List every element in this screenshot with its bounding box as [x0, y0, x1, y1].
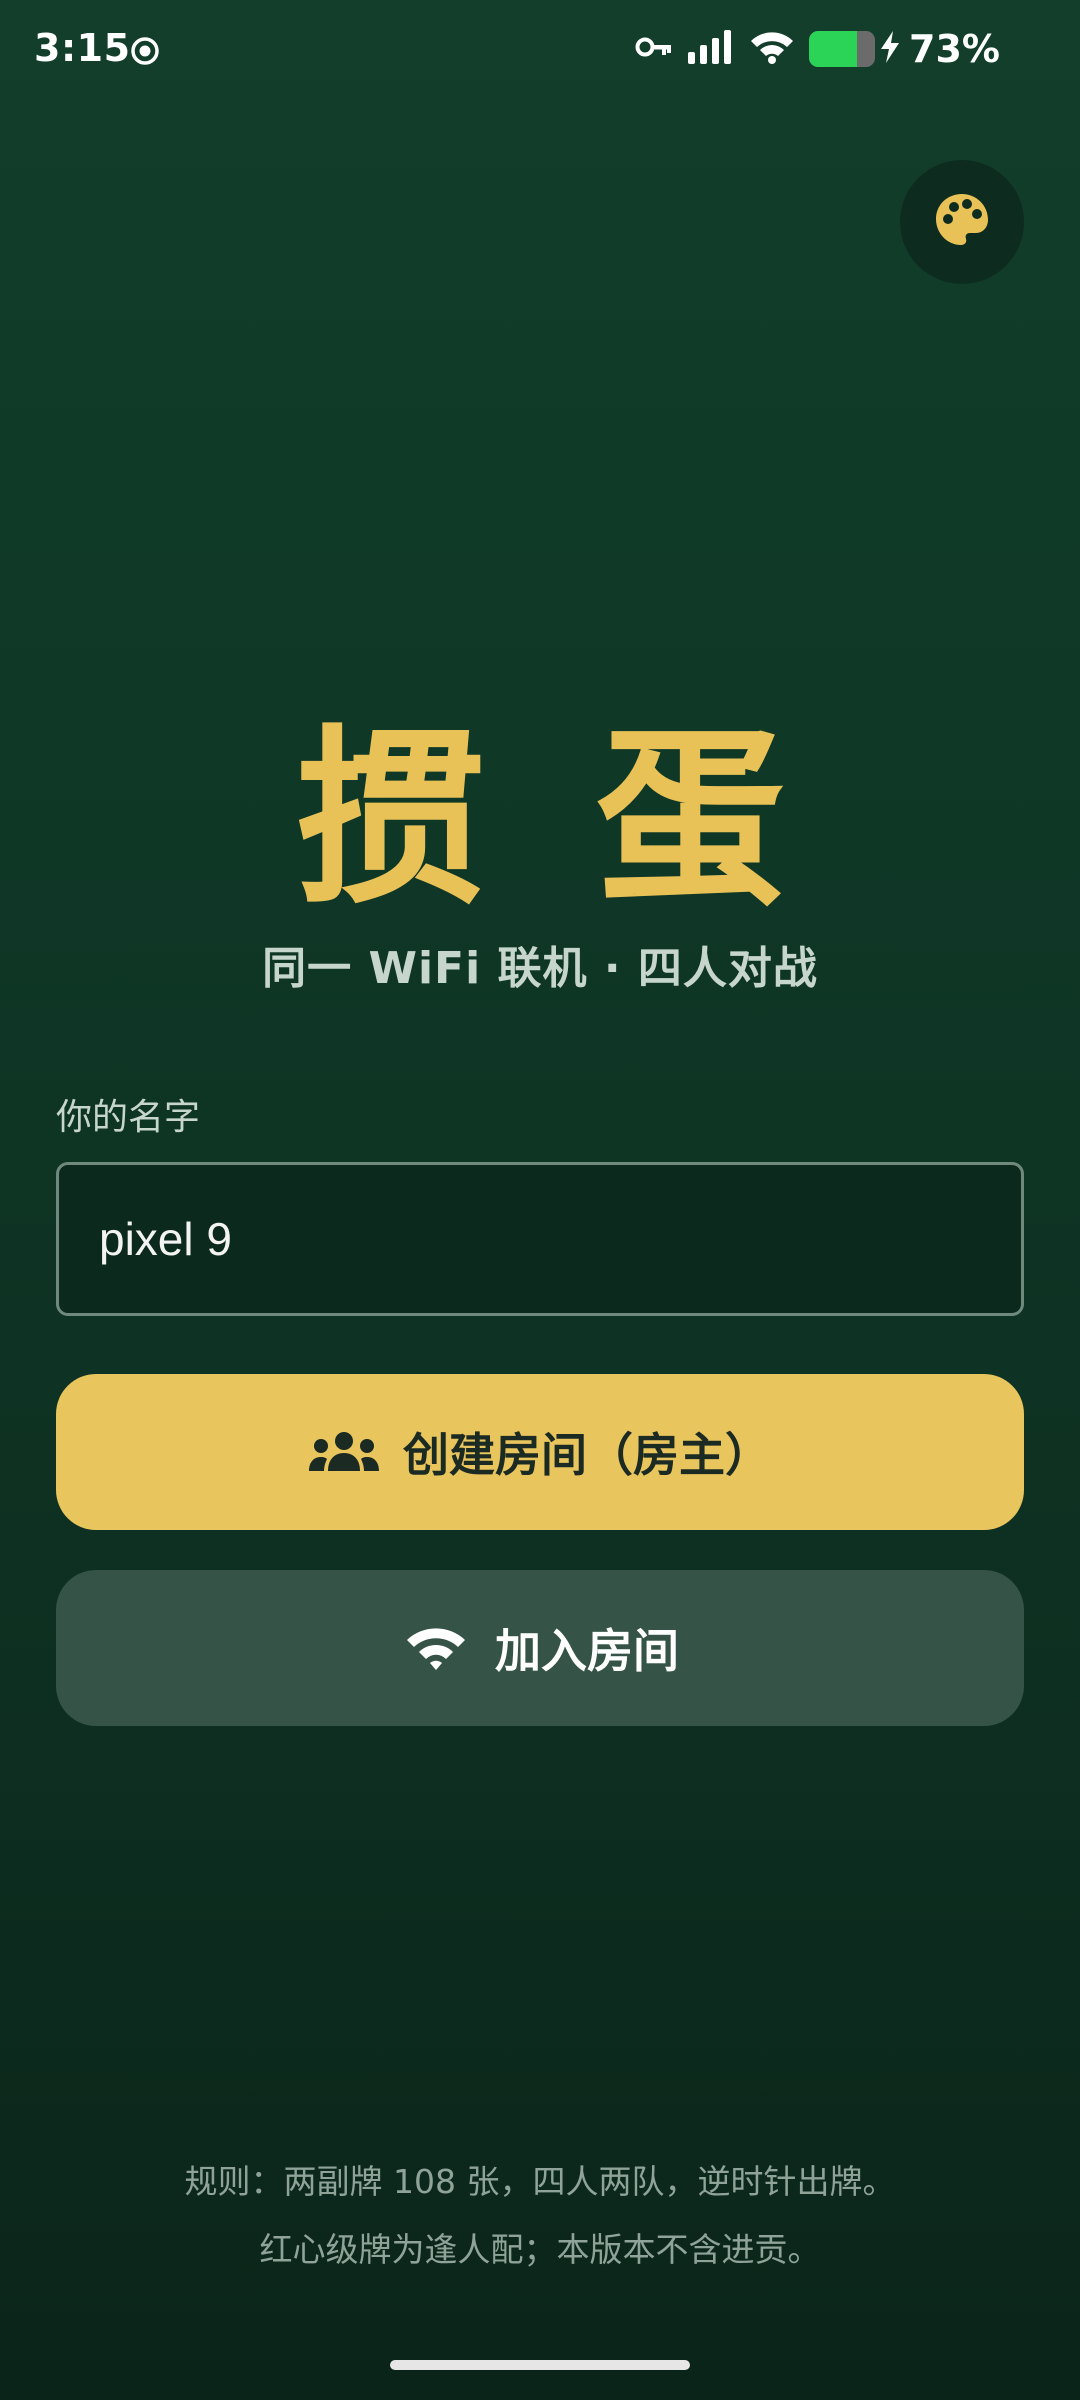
charging-bolt-icon	[879, 31, 901, 67]
title-block: 掼 蛋 同一 WiFi 联机 · 四人对战	[0, 720, 1080, 996]
name-label: 你的名字	[56, 1097, 201, 1138]
signal-icon	[687, 30, 735, 68]
target-icon	[130, 36, 160, 66]
wifi-icon	[749, 30, 795, 68]
name-input[interactable]	[99, 1165, 979, 1313]
palette-icon	[933, 191, 991, 253]
theme-button[interactable]	[900, 160, 1024, 284]
battery-fill	[809, 31, 858, 67]
create-room-label: 创建房间（房主）	[403, 1428, 771, 1482]
join-room-button[interactable]: 加入房间	[56, 1570, 1024, 1726]
status-time: 3:15	[34, 26, 131, 70]
wifi-icon	[401, 1620, 471, 1676]
battery-percent: 73%	[909, 27, 1000, 71]
create-room-button[interactable]: 创建房间（房主）	[56, 1374, 1024, 1530]
status-bar: 3:15 73%	[0, 0, 1080, 100]
battery-icon	[809, 31, 876, 67]
app-subtitle: 同一 WiFi 联机 · 四人对战	[262, 943, 818, 994]
group-icon	[309, 1424, 379, 1480]
vpn-key-icon	[635, 35, 673, 63]
app-title: 掼 蛋	[294, 709, 808, 930]
rules-text: 规则：两副牌 108 张，四人两队，逆时针出牌。 红心级牌为逢人配；本版本不含进…	[0, 2148, 1080, 2284]
rules-line-2: 红心级牌为逢人配；本版本不含进贡。	[259, 2230, 821, 2269]
join-room-label: 加入房间	[495, 1624, 679, 1678]
name-field[interactable]	[56, 1162, 1024, 1316]
rules-line-1: 规则：两副牌 108 张，四人两队，逆时针出牌。	[184, 2162, 896, 2201]
home-indicator[interactable]	[390, 2360, 690, 2370]
